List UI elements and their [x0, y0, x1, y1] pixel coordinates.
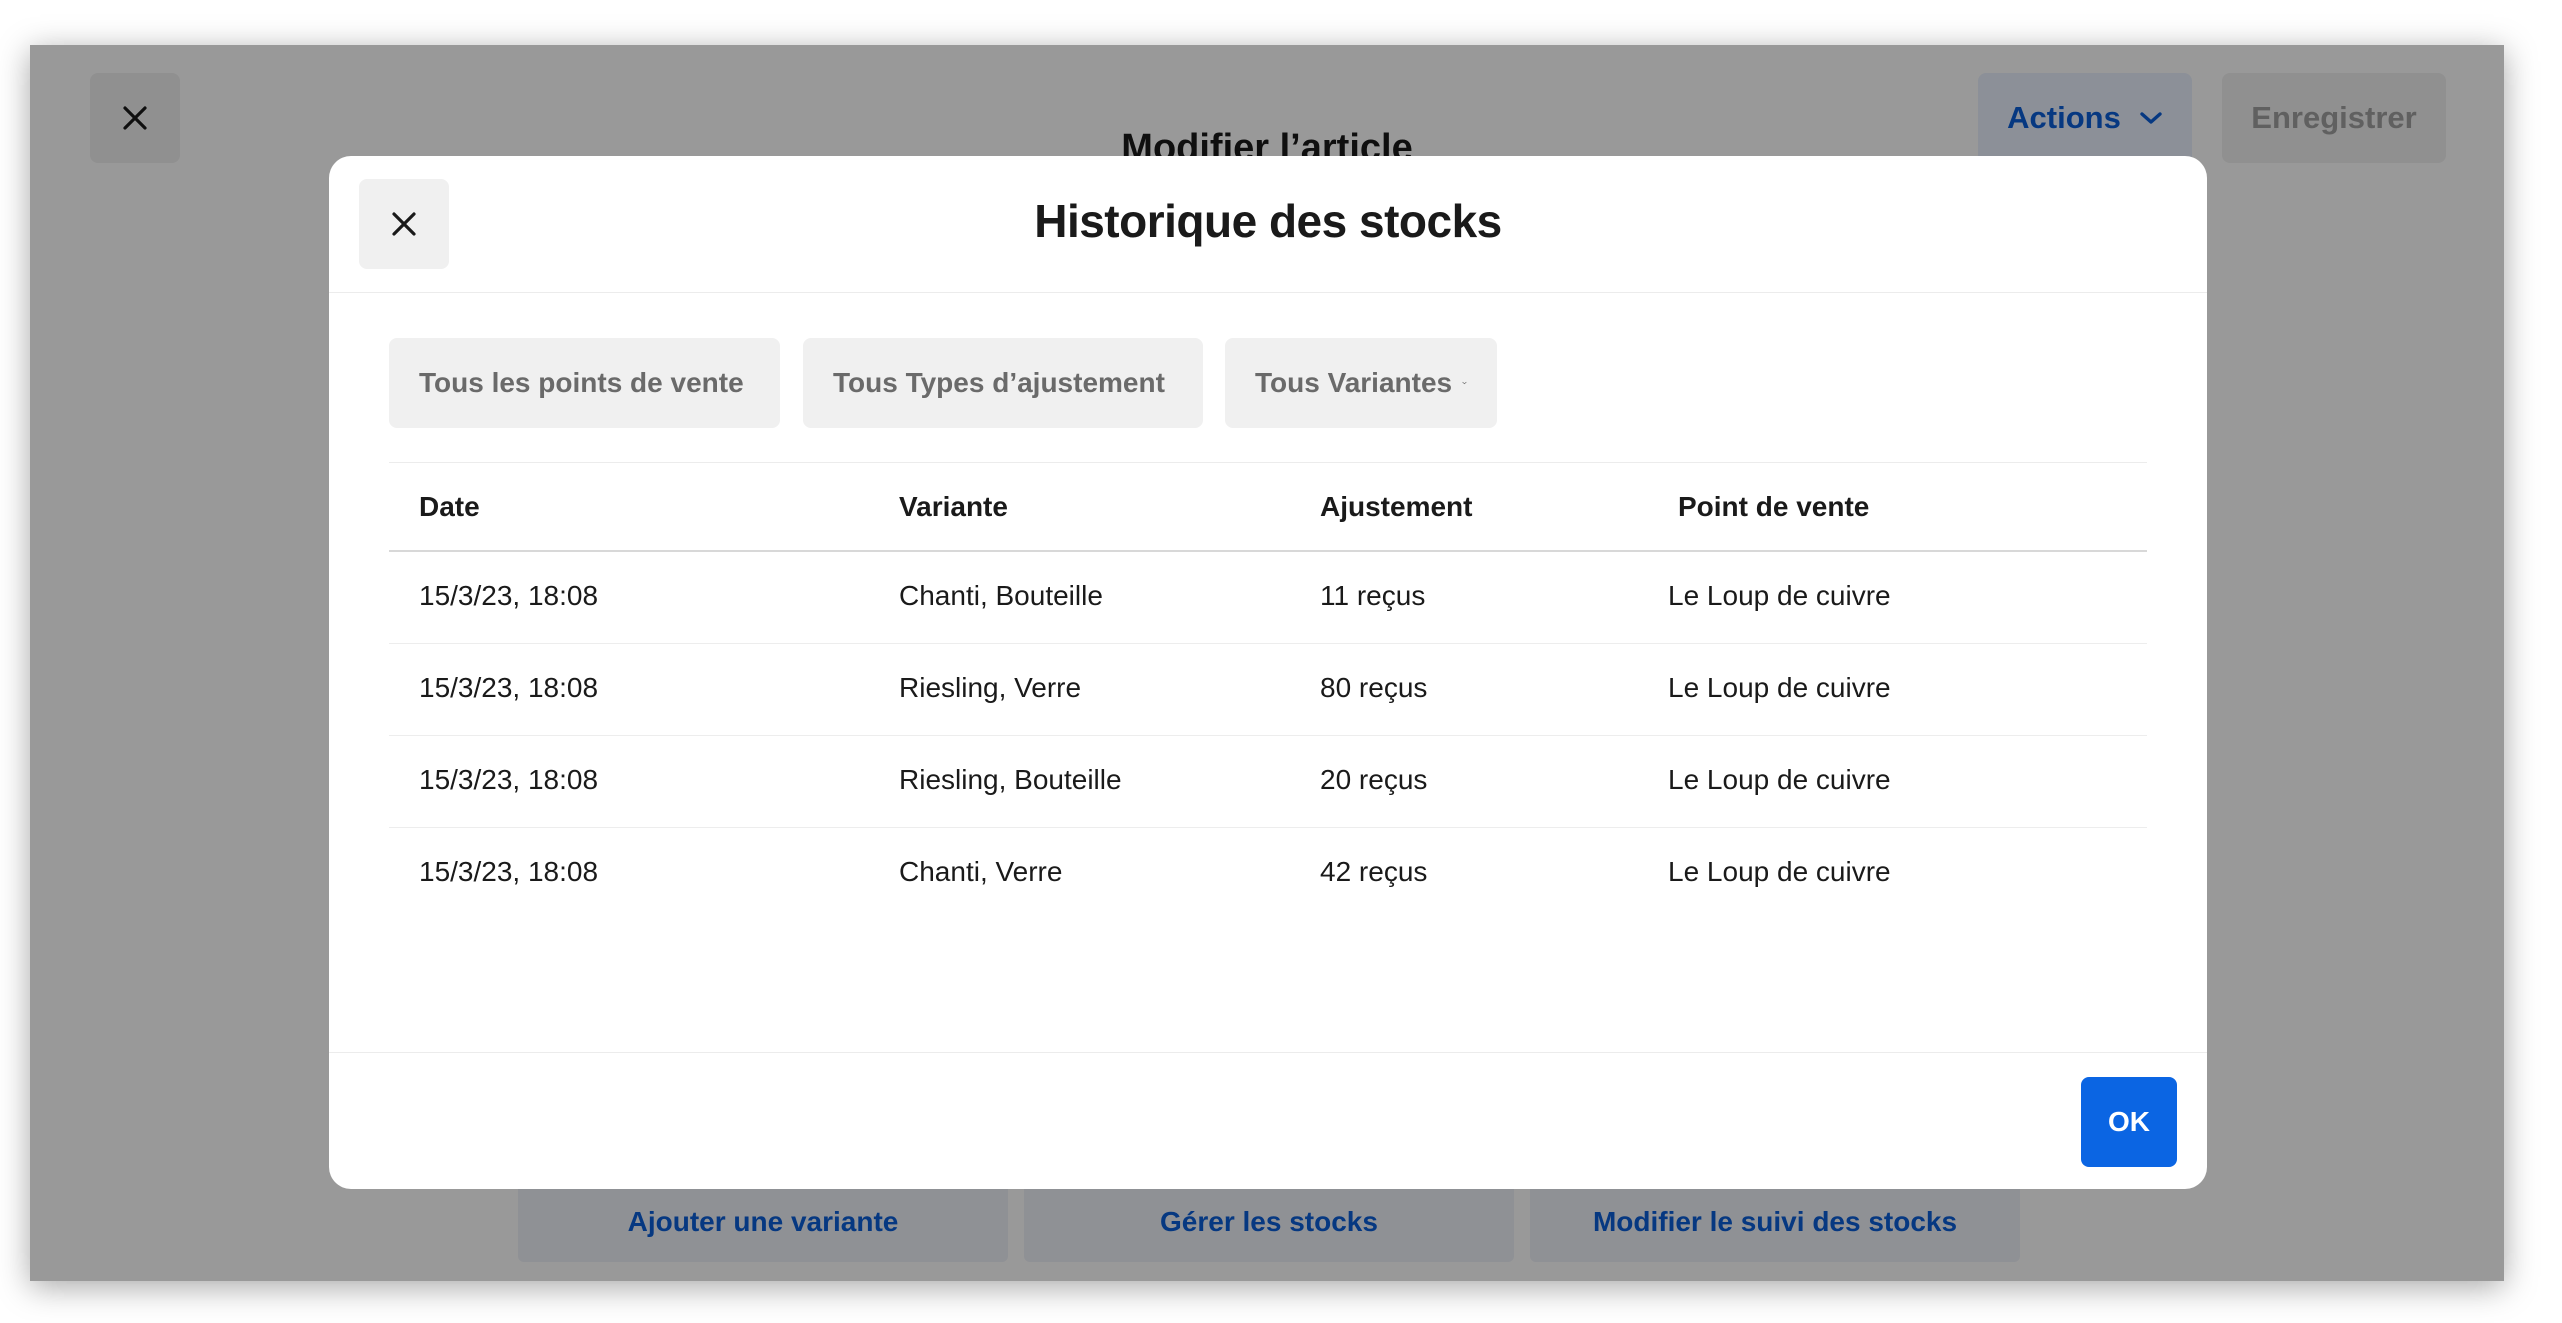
- cell-variant: Riesling, Verre: [899, 672, 1082, 703]
- cell-variant: Chanti, Verre: [899, 856, 1063, 887]
- cell-date: 15/3/23, 18:08: [419, 672, 599, 703]
- cell-location: Le Loup de cuivre: [1668, 856, 1891, 887]
- variant-filter-label: Tous Variantes: [1255, 367, 1453, 398]
- cell-date: 15/3/23, 18:08: [419, 764, 599, 795]
- location-filter[interactable]: Tous les points de vente: [389, 338, 780, 428]
- column-header-location[interactable]: Point de vente: [1678, 491, 1869, 523]
- dialog-title: Historique des stocks: [1034, 195, 1502, 247]
- cell-location: Le Loup de cuivre: [1668, 764, 1891, 795]
- table-row[interactable]: 15/3/23, 18:08 Riesling, Bouteille 20 re…: [389, 736, 2147, 828]
- cell-adjustment: 11 reçus: [1320, 580, 1426, 611]
- variant-filter[interactable]: Tous Variantes: [1225, 338, 1497, 428]
- stock-history-table: Date Variante Ajustement Point de vente …: [389, 462, 2147, 920]
- cell-adjustment: 42 reçus: [1320, 856, 1428, 887]
- dialog-footer: OK: [329, 1052, 2207, 1189]
- cell-date: 15/3/23, 18:08: [419, 856, 599, 887]
- column-header-date[interactable]: Date: [419, 491, 480, 523]
- cell-location: Le Loup de cuivre: [1668, 580, 1891, 611]
- table-header: Date Variante Ajustement Point de vente: [389, 462, 2147, 552]
- location-filter-label: Tous les points de vente: [419, 367, 744, 398]
- stock-history-dialog: Historique des stocks Tous les points de…: [329, 156, 2207, 1189]
- dialog-header: Historique des stocks: [329, 156, 2207, 293]
- cell-location: Le Loup de cuivre: [1668, 672, 1891, 703]
- ok-button[interactable]: OK: [2081, 1077, 2177, 1167]
- cell-variant: Riesling, Bouteille: [899, 764, 1122, 795]
- cell-adjustment: 20 reçus: [1320, 764, 1428, 795]
- cell-date: 15/3/23, 18:08: [419, 580, 599, 611]
- chevron-down-icon: [1462, 381, 1467, 385]
- table-row[interactable]: 15/3/23, 18:08 Chanti, Verre 42 reçus Le…: [389, 828, 2147, 920]
- table-row[interactable]: 15/3/23, 18:08 Chanti, Bouteille 11 reçu…: [389, 552, 2147, 644]
- cell-variant: Chanti, Bouteille: [899, 580, 1103, 611]
- table-row[interactable]: 15/3/23, 18:08 Riesling, Verre 80 reçus …: [389, 644, 2147, 736]
- adjustment-type-filter-label: Tous Types d’ajustement: [833, 367, 1165, 398]
- column-header-adjustment[interactable]: Ajustement: [1320, 491, 1472, 523]
- cell-adjustment: 80 reçus: [1320, 672, 1428, 703]
- column-header-variant[interactable]: Variante: [899, 491, 1008, 523]
- adjustment-type-filter[interactable]: Tous Types d’ajustement: [803, 338, 1203, 428]
